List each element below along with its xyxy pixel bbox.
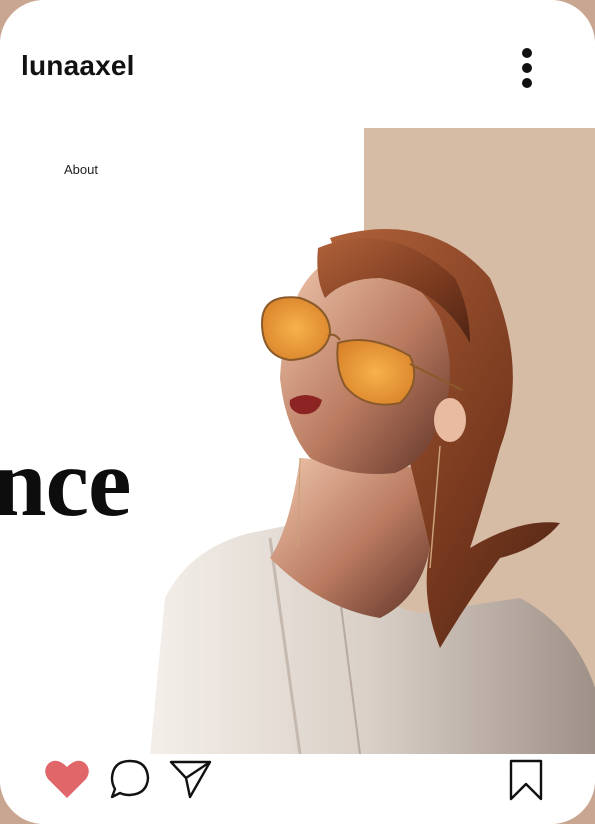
send-icon <box>169 760 212 799</box>
post-header: lunaaxel <box>0 0 595 128</box>
post-card: lunaaxel About nce <box>0 0 595 824</box>
username[interactable]: lunaaxel <box>21 48 135 84</box>
portrait-photo <box>150 229 595 754</box>
post-image[interactable]: About nce <box>0 128 595 754</box>
comment-button[interactable] <box>109 758 151 800</box>
share-button[interactable] <box>168 758 214 800</box>
comment-icon <box>110 759 150 799</box>
bookmark-icon <box>509 759 543 801</box>
heart-icon <box>45 760 89 798</box>
like-button[interactable] <box>44 758 90 800</box>
save-button[interactable] <box>508 758 544 802</box>
more-options-button[interactable] <box>508 44 546 92</box>
post-action-bar <box>0 754 595 824</box>
